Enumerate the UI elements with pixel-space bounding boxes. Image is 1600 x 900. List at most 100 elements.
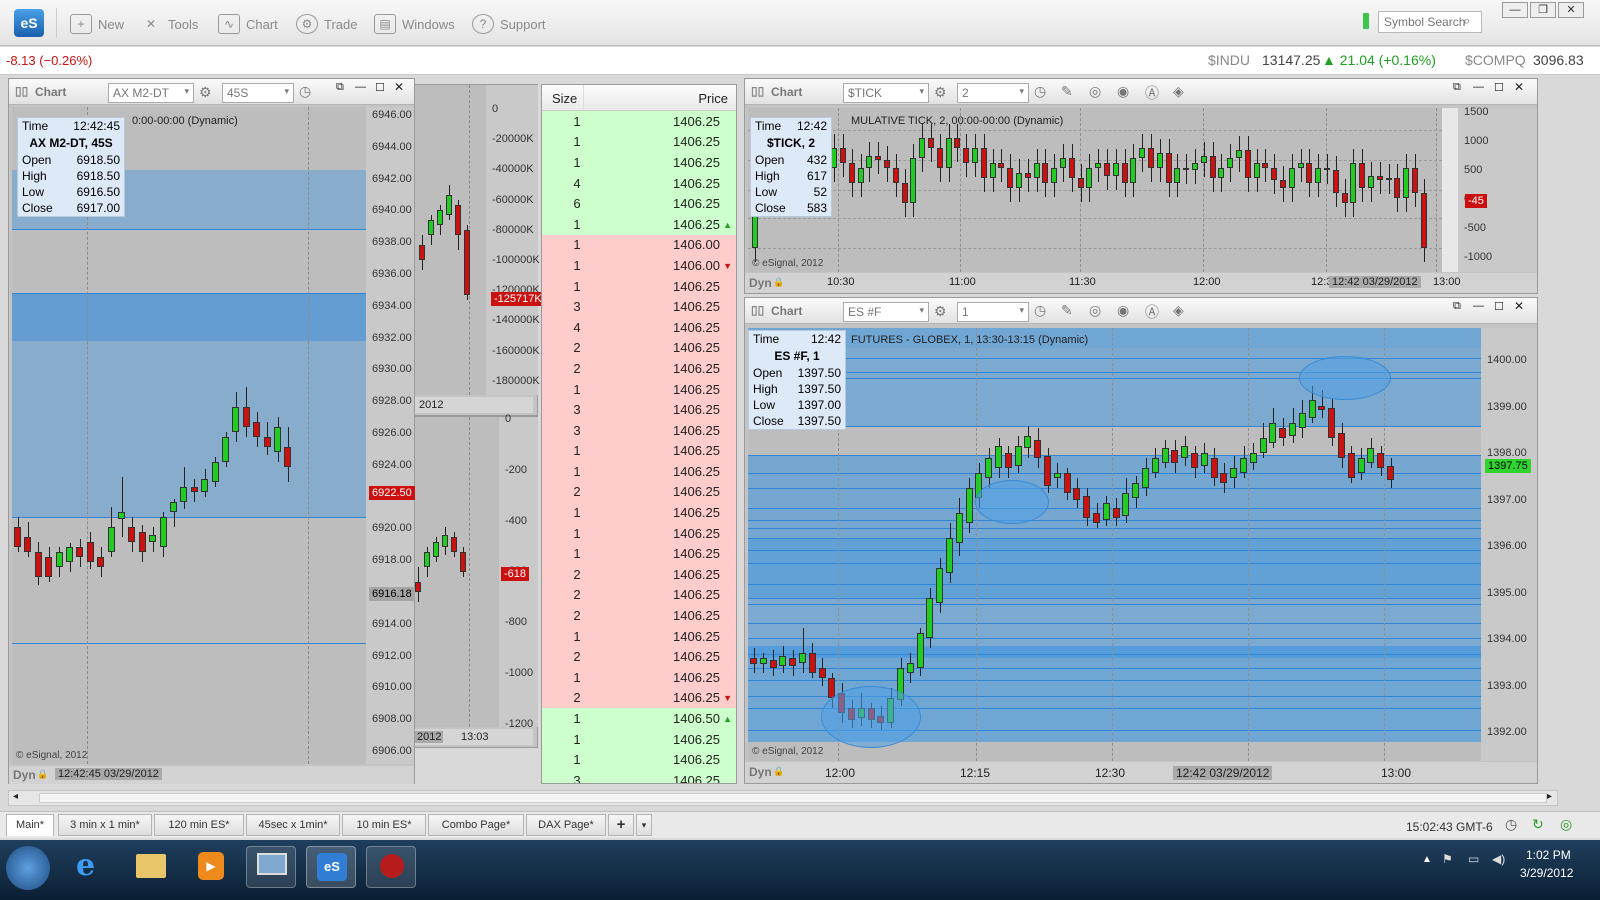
tools-button[interactable]: ✕ Tools xyxy=(140,13,198,35)
trade-row[interactable]: 6 1406.25 xyxy=(542,193,736,214)
chart-button[interactable]: ∿ Chart xyxy=(218,13,278,35)
esignal-taskbar-icon[interactable]: eS xyxy=(306,846,356,888)
tab-menu-dropdown[interactable]: ▾ xyxy=(636,814,652,836)
clock-icon[interactable]: ◷ xyxy=(1034,302,1046,319)
trade-row[interactable]: 2 1406.25 xyxy=(542,646,736,668)
trade-row[interactable]: 2 1406.25 xyxy=(542,358,736,379)
tab-120-min-es[interactable]: 120 min ES* xyxy=(154,814,244,836)
close-icon[interactable]: ✕ xyxy=(1514,299,1524,313)
minimize-icon[interactable]: — xyxy=(1473,300,1484,312)
dyn-label[interactable]: Dyn xyxy=(13,768,36,782)
scrollbar-thumb[interactable] xyxy=(39,793,1547,803)
trade-row[interactable]: 1 1406.25 xyxy=(542,749,736,770)
close-icon[interactable]: ✕ xyxy=(1514,80,1524,94)
symbol-selector[interactable]: AX M2-DT ▾ xyxy=(108,83,194,103)
trade-button[interactable]: ⚙ Trade xyxy=(296,13,357,35)
media-player-icon[interactable]: ▶ xyxy=(186,846,236,888)
clock-icon[interactable]: ◷ xyxy=(1034,83,1046,100)
compq-symbol[interactable]: $COMPQ xyxy=(1465,52,1526,68)
text-tool-icon[interactable]: Ⓐ xyxy=(1145,83,1159,103)
trade-row[interactable]: 2 1406.25 ▼ xyxy=(542,687,736,709)
interval-selector[interactable]: 1 ▾ xyxy=(957,302,1029,322)
minimize-window-button[interactable]: — xyxy=(1502,2,1528,18)
search-icon[interactable]: ⌕ xyxy=(1463,13,1470,29)
maximize-icon[interactable]: ☐ xyxy=(1494,300,1504,313)
size-column-header[interactable]: Size xyxy=(542,85,584,110)
remote-desktop-icon[interactable] xyxy=(246,846,296,888)
pencil-icon[interactable]: ✎ xyxy=(1061,302,1073,319)
file-explorer-icon[interactable] xyxy=(126,846,176,888)
trade-row[interactable]: 1 1406.25 xyxy=(542,625,736,647)
line-tool-icon[interactable]: ◎ xyxy=(1089,83,1101,100)
eraser-icon[interactable]: ◈ xyxy=(1173,302,1184,319)
gear-icon[interactable]: ⚙ xyxy=(199,84,212,101)
cumulative-volume-plot[interactable] xyxy=(411,85,486,395)
new-button[interactable]: + New xyxy=(70,13,124,35)
trade-row[interactable]: 2 1406.25 xyxy=(542,337,736,359)
es-plot[interactable]: FUTURES - GLOBEX, 1, 13:30-13:15 (Dynami… xyxy=(748,328,1481,761)
internet-explorer-icon[interactable]: e xyxy=(64,846,114,888)
add-tab-button[interactable]: + xyxy=(608,814,634,836)
eraser-icon[interactable]: ◈ xyxy=(1173,83,1184,100)
volume-icon[interactable]: ◀) xyxy=(1492,852,1505,866)
minimize-icon[interactable]: — xyxy=(355,81,366,93)
maximize-icon[interactable]: ☐ xyxy=(1494,81,1504,94)
scroll-right-icon[interactable]: ▸ xyxy=(1547,791,1552,802)
detach-icon[interactable]: ⧉ xyxy=(1453,81,1461,94)
trade-row[interactable]: 4 1406.25 xyxy=(542,316,736,338)
trade-row[interactable]: 1 1406.25 xyxy=(542,667,736,688)
tab-main[interactable]: Main* xyxy=(6,814,54,836)
trade-row[interactable]: 1 1406.25 xyxy=(542,543,736,565)
detach-icon[interactable]: ⧉ xyxy=(1453,300,1461,313)
refresh-icon[interactable]: ↻ xyxy=(1532,816,1544,833)
scroll-left-icon[interactable]: ◂ xyxy=(13,791,18,802)
tab-3-min-x-1-min[interactable]: 3 min x 1 min* xyxy=(58,814,152,836)
trade-row[interactable]: 1 1406.25 xyxy=(542,522,736,544)
clock-icon[interactable]: ◷ xyxy=(1505,816,1517,833)
taskbar-date[interactable]: 3/29/2012 xyxy=(1520,866,1573,880)
trade-row[interactable]: 1 1406.25 xyxy=(542,461,736,482)
gear-icon[interactable]: ⚙ xyxy=(934,84,947,101)
detach-icon[interactable]: ⧉ xyxy=(336,81,344,94)
trading-app-icon[interactable] xyxy=(366,846,416,888)
network-icon[interactable]: ⚑ xyxy=(1442,852,1453,866)
trade-row[interactable]: 3 1406.25 xyxy=(542,770,736,783)
dyn-label[interactable]: Dyn xyxy=(749,765,772,779)
text-tool-icon[interactable]: Ⓐ xyxy=(1145,302,1159,322)
trade-row[interactable]: 2 1406.25 xyxy=(542,605,736,626)
trade-row[interactable]: 1 1406.25 xyxy=(542,728,736,750)
tick-plot[interactable]: MULATIVE TICK, 2, 00:00-00:00 (Dynamic) … xyxy=(748,108,1458,272)
indu-symbol[interactable]: $INDU xyxy=(1208,52,1250,68)
play-icon[interactable]: ◉ xyxy=(1117,302,1129,319)
tab-combo-page[interactable]: Combo Page* xyxy=(428,814,524,836)
trade-row[interactable]: 1 1406.25 xyxy=(542,378,736,400)
trade-row[interactable]: 3 1406.25 xyxy=(542,419,736,441)
support-button[interactable]: ? Support xyxy=(472,13,546,35)
tab-10-min-es[interactable]: 10 min ES* xyxy=(342,814,426,836)
trade-row[interactable]: 1 1406.25 xyxy=(542,440,736,462)
trade-row[interactable]: 3 1406.25 xyxy=(542,296,736,317)
tick-volume-plot[interactable] xyxy=(411,417,499,727)
trade-row[interactable]: 1 1406.25 xyxy=(542,275,736,297)
close-window-button[interactable]: ✕ xyxy=(1558,2,1584,18)
lock-icon[interactable]: 🔒 xyxy=(37,769,48,780)
dyn-label[interactable]: Dyn xyxy=(749,276,772,290)
trade-row[interactable]: 1 1406.25 xyxy=(542,111,736,132)
connection-icon[interactable]: ◎ xyxy=(1560,816,1572,833)
trade-row[interactable]: 1 1406.25 ▲ xyxy=(542,213,736,235)
interval-selector[interactable]: 45S ▾ xyxy=(222,83,294,103)
trade-row[interactable]: 1 1406.25 xyxy=(542,152,736,173)
trade-row[interactable]: 1 1406.25 xyxy=(542,502,736,523)
windows-button[interactable]: ▤ Windows xyxy=(374,13,455,35)
trade-row[interactable]: 2 1406.25 xyxy=(542,481,736,503)
line-tool-icon[interactable]: ◎ xyxy=(1089,302,1101,319)
lock-icon[interactable]: 🔒 xyxy=(773,766,784,777)
play-icon[interactable]: ◉ xyxy=(1117,83,1129,100)
symbol-selector[interactable]: $TICK ▾ xyxy=(843,83,929,103)
trade-row[interactable]: 3 1406.25 xyxy=(542,399,736,420)
tab-45sec-x-1min[interactable]: 45sec x 1min* xyxy=(246,814,340,836)
trade-row[interactable]: 2 1406.25 xyxy=(542,564,736,585)
trade-row[interactable]: 1 1406.50 ▲ xyxy=(542,708,736,729)
taskbar-time[interactable]: 1:02 PM xyxy=(1526,848,1571,862)
maximize-icon[interactable]: ☐ xyxy=(375,81,385,94)
